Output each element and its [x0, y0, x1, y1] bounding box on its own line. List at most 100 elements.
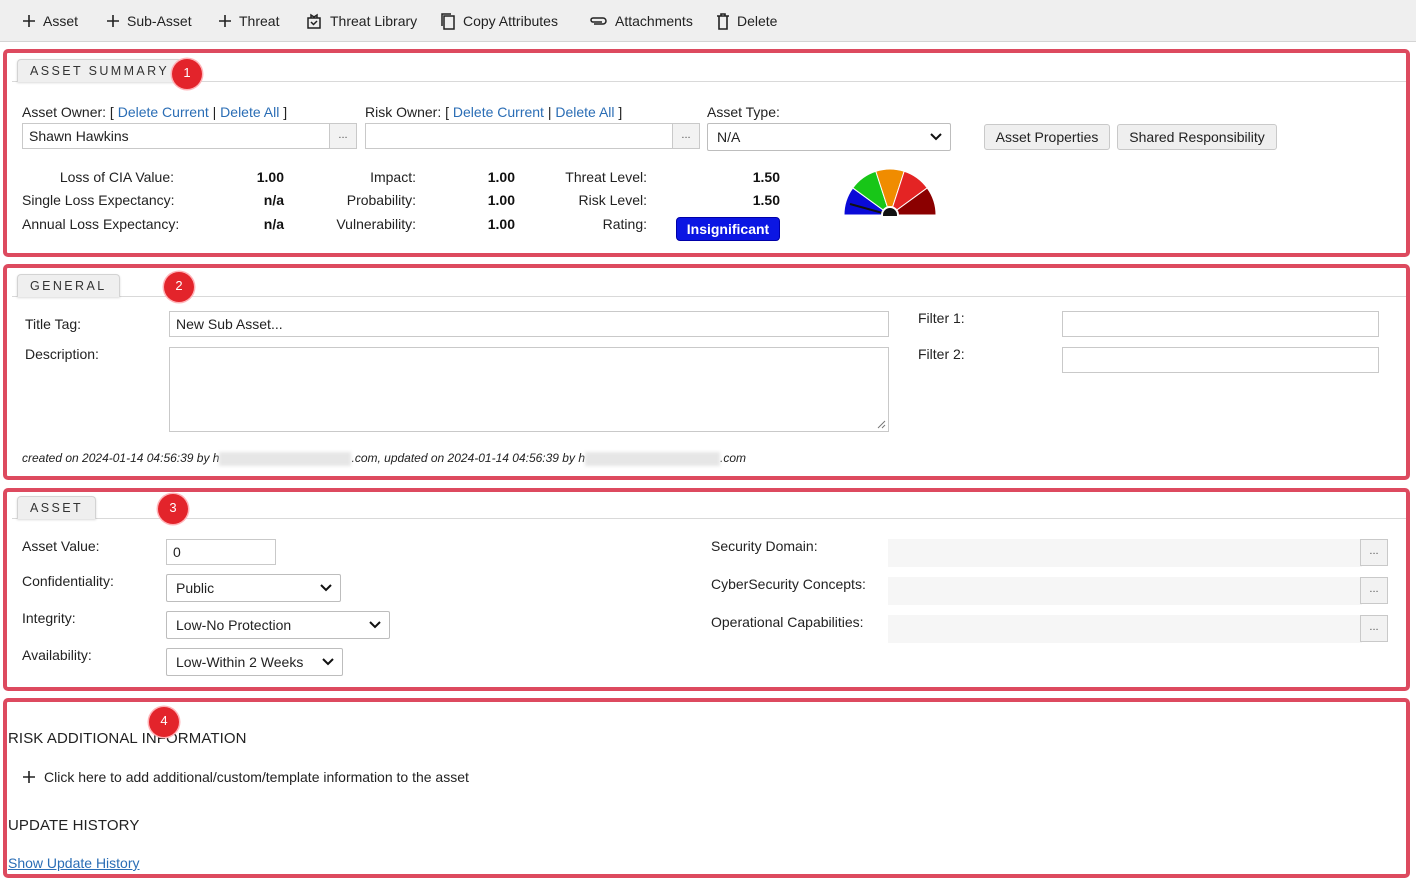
sle-label: Single Loss Expectancy:	[22, 192, 175, 208]
separator: |	[212, 104, 217, 120]
asset-value-label: Asset Value:	[22, 538, 100, 554]
integrity-value: Low-No Protection	[176, 617, 292, 633]
asset-owner-label: Asset Owner: [ Delete Current | Delete A…	[22, 104, 287, 120]
chevron-down-icon	[322, 658, 334, 666]
cyber-concepts-field	[888, 577, 1362, 605]
risk-owner-label-text: Risk Owner: [	[365, 104, 450, 120]
additional-info-highlight	[3, 698, 1410, 878]
availability-label: Availability:	[22, 647, 92, 663]
attachments-button[interactable]: Attachments	[588, 11, 693, 31]
asset-owner-picker-button[interactable]: ...	[329, 123, 357, 149]
redacted-email	[219, 451, 352, 466]
section-divider	[12, 518, 1406, 519]
callout-marker-4: 4	[149, 707, 179, 737]
asset-owner-label-text: Asset Owner: [	[22, 104, 114, 120]
delete-button[interactable]: Delete	[716, 11, 777, 31]
separator: |	[547, 104, 552, 120]
operational-capabilities-label: Operational Capabilities:	[711, 614, 864, 630]
security-domain-picker-button[interactable]: ...	[1360, 539, 1388, 566]
loss-cia-value: 1.00	[256, 169, 284, 185]
threat-library-button[interactable]: Threat Library	[305, 11, 417, 31]
attachments-label: Attachments	[615, 13, 693, 29]
plus-icon	[23, 15, 35, 27]
toolbar: Asset Sub-Asset Threat Threat Library Co…	[0, 0, 1416, 42]
library-icon	[307, 13, 321, 29]
add-sub-asset-button[interactable]: Sub-Asset	[106, 11, 192, 31]
risk-owner-delete-all-link[interactable]: Delete All	[555, 104, 614, 120]
tab-asset-summary[interactable]: ASSET SUMMARY	[17, 59, 183, 82]
availability-select[interactable]: Low-Within 2 Weeks	[166, 648, 343, 676]
asset-type-select[interactable]: N/A	[707, 123, 951, 151]
shared-responsibility-button[interactable]: Shared Responsibility	[1117, 124, 1277, 150]
chevron-down-icon	[930, 133, 942, 141]
risk-owner-field[interactable]	[365, 123, 673, 149]
integrity-select[interactable]: Low-No Protection	[166, 611, 390, 639]
plus-icon	[23, 771, 35, 783]
vulnerability-label: Vulnerability:	[336, 216, 416, 232]
tab-asset[interactable]: ASSET	[17, 496, 96, 519]
meta-end: .com	[720, 451, 747, 465]
risk-owner-picker-button[interactable]: ...	[672, 123, 700, 149]
impact-label: Impact:	[370, 169, 416, 185]
meta-updated: .com, updated on 2024-01-14 04:56:39 by …	[351, 451, 585, 465]
asset-owner-delete-all-link[interactable]: Delete All	[220, 104, 279, 120]
confidentiality-select[interactable]: Public	[166, 574, 341, 602]
operational-capabilities-field	[888, 615, 1362, 643]
confidentiality-label: Confidentiality:	[22, 573, 114, 589]
threat-level-value: 1.50	[752, 169, 780, 185]
asset-type-label: Asset Type:	[707, 104, 780, 120]
filter1-field[interactable]	[1062, 311, 1379, 337]
paperclip-icon	[590, 17, 607, 25]
title-tag-field[interactable]: New Sub Asset...	[169, 311, 889, 337]
trash-icon	[717, 12, 729, 30]
availability-value: Low-Within 2 Weeks	[176, 654, 304, 670]
operational-capabilities-picker-button[interactable]: ...	[1360, 615, 1388, 642]
cyber-concepts-label: CyberSecurity Concepts:	[711, 576, 866, 592]
integrity-label: Integrity:	[22, 610, 76, 626]
risk-owner-label: Risk Owner: [ Delete Current | Delete Al…	[365, 104, 622, 120]
description-textarea[interactable]	[169, 347, 889, 432]
chevron-down-icon	[320, 584, 332, 592]
threat-level-label: Threat Level:	[565, 169, 647, 185]
add-threat-button[interactable]: Threat	[218, 11, 279, 31]
threat-library-label: Threat Library	[330, 13, 418, 29]
ale-label: Annual Loss Expectancy:	[22, 216, 180, 232]
impact-value: 1.00	[487, 169, 515, 185]
asset-value-field[interactable]: 0	[166, 539, 276, 565]
add-asset-label: Asset	[43, 13, 79, 29]
add-custom-info-button[interactable]: Click here to add additional/custom/temp…	[22, 769, 469, 785]
security-domain-label: Security Domain:	[711, 538, 818, 554]
add-custom-info-label: Click here to add additional/custom/temp…	[44, 769, 469, 785]
tab-general[interactable]: GENERAL	[17, 274, 120, 297]
vulnerability-value: 1.00	[487, 216, 515, 232]
sle-value: n/a	[263, 192, 284, 208]
update-history-heading: UPDATE HISTORY	[8, 817, 140, 834]
show-update-history-link[interactable]: Show Update History	[8, 855, 140, 871]
meta-created: created on 2024-01-14 04:56:39 by h	[22, 451, 220, 465]
bracket-close: ]	[618, 104, 623, 120]
rating-label: Rating:	[602, 216, 647, 232]
copy-icon	[441, 12, 455, 30]
cyber-concepts-picker-button[interactable]: ...	[1360, 577, 1388, 604]
asset-owner-field[interactable]: Shawn Hawkins	[22, 123, 330, 149]
description-label: Description:	[25, 346, 99, 362]
add-asset-button[interactable]: Asset	[22, 11, 78, 31]
risk-level-label: Risk Level:	[578, 192, 647, 208]
redacted-email	[585, 451, 720, 466]
audit-metadata: created on 2024-01-14 04:56:39 by h .com,…	[22, 451, 746, 466]
risk-additional-info-heading: RISK ADDITIONAL INFORMATION	[8, 730, 247, 747]
risk-gauge-icon	[843, 168, 937, 216]
section-divider	[12, 296, 1406, 297]
loss-cia-label: Loss of CIA Value:	[59, 169, 174, 185]
filter2-field[interactable]	[1062, 347, 1379, 373]
resize-handle-icon[interactable]	[876, 419, 886, 429]
copy-attributes-button[interactable]: Copy Attributes	[440, 11, 558, 31]
filter1-label: Filter 1:	[918, 310, 965, 326]
asset-owner-delete-current-link[interactable]: Delete Current	[118, 104, 209, 120]
ale-value: n/a	[263, 216, 284, 232]
asset-properties-button[interactable]: Asset Properties	[984, 124, 1110, 150]
plus-icon	[219, 15, 231, 27]
asset-type-value: N/A	[717, 129, 741, 145]
callout-marker-2: 2	[164, 272, 194, 302]
risk-owner-delete-current-link[interactable]: Delete Current	[453, 104, 544, 120]
